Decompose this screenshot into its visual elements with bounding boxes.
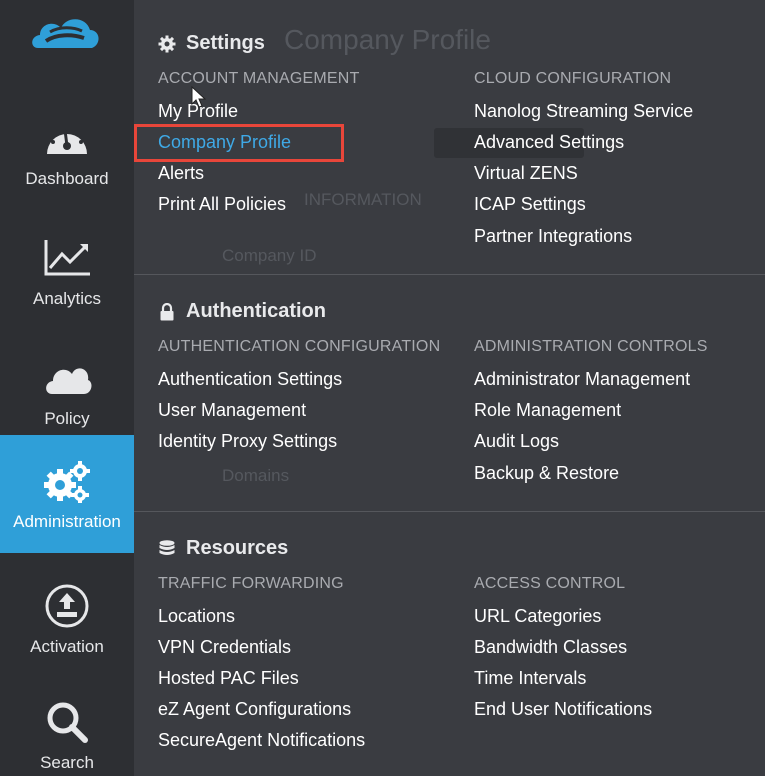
- menu-item-identity-proxy-settings[interactable]: Identity Proxy Settings: [158, 431, 337, 452]
- menu-item-virtual-zens[interactable]: Virtual ZENS: [474, 163, 578, 184]
- menu-item-administrator-management[interactable]: Administrator Management: [474, 369, 690, 390]
- nav-label-analytics: Analytics: [32, 289, 102, 308]
- settings-menu: Settings ACCOUNT MANAGEMENT My Profile C…: [134, 0, 765, 776]
- speedometer-icon: [42, 113, 92, 163]
- nav-item-policy[interactable]: Policy: [0, 332, 134, 450]
- menu-item-bandwidth-classes[interactable]: Bandwidth Classes: [474, 637, 627, 658]
- nav-item-dashboard[interactable]: Dashboard: [0, 92, 134, 210]
- nav-label-dashboard: Dashboard: [25, 169, 109, 188]
- menu-item-print-all-policies[interactable]: Print All Policies: [158, 194, 286, 215]
- nav-label-administration: Administration: [13, 512, 121, 531]
- nav-label-policy: Policy: [44, 409, 90, 428]
- menu-item-audit-logs[interactable]: Audit Logs: [474, 431, 559, 452]
- column-title: TRAFFIC FORWARDING: [158, 575, 344, 592]
- section-divider: [134, 511, 765, 512]
- menu-item-role-management[interactable]: Role Management: [474, 400, 621, 421]
- sidebar-nav: Dashboard Analytics Policy Administratio…: [0, 0, 134, 776]
- menu-item-authentication-settings[interactable]: Authentication Settings: [158, 369, 342, 390]
- section-divider: [134, 274, 765, 275]
- selection-highlight-box: [134, 124, 344, 162]
- section-header-settings: Settings: [158, 32, 265, 55]
- lock-icon: [158, 302, 176, 321]
- upload-icon: [42, 581, 92, 631]
- menu-item-partner-integrations[interactable]: Partner Integrations: [474, 226, 632, 247]
- section-header-resources: Resources: [158, 537, 288, 560]
- gear-icon: [158, 35, 176, 53]
- cloud-logo[interactable]: [28, 10, 104, 56]
- menu-item-url-categories[interactable]: URL Categories: [474, 606, 601, 627]
- menu-item-alerts[interactable]: Alerts: [158, 163, 204, 184]
- menu-item-backup-restore[interactable]: Backup & Restore: [474, 463, 619, 484]
- menu-item-icap-settings[interactable]: ICAP Settings: [474, 194, 586, 215]
- menu-item-locations[interactable]: Locations: [158, 606, 235, 627]
- menu-item-ez-agent-configurations[interactable]: eZ Agent Configurations: [158, 699, 351, 720]
- menu-item-time-intervals[interactable]: Time Intervals: [474, 668, 586, 689]
- menu-item-hosted-pac-files[interactable]: Hosted PAC Files: [158, 668, 299, 689]
- section-title: Resources: [186, 537, 289, 559]
- section-header-authentication: Authentication: [158, 300, 326, 323]
- menu-item-end-user-notifications[interactable]: End User Notifications: [474, 699, 652, 720]
- column-title: ACCESS CONTROL: [474, 575, 626, 592]
- nav-item-analytics[interactable]: Analytics: [0, 212, 134, 330]
- menu-item-vpn-credentials[interactable]: VPN Credentials: [158, 637, 291, 658]
- section-title: Authentication: [186, 300, 326, 322]
- nav-item-activation[interactable]: Activation: [0, 560, 134, 678]
- nav-item-administration[interactable]: Administration: [0, 435, 134, 553]
- column-title: CLOUD CONFIGURATION: [474, 70, 672, 87]
- column-title: AUTHENTICATION CONFIGURATION: [158, 338, 441, 355]
- mouse-cursor-icon: [190, 85, 208, 110]
- column-title: ADMINISTRATION CONTROLS: [474, 338, 708, 355]
- section-title: Settings: [186, 32, 265, 54]
- nav-label-activation: Activation: [30, 637, 104, 656]
- line-chart-icon: [42, 233, 92, 283]
- cloud-icon: [42, 353, 92, 403]
- column-title: ACCOUNT MANAGEMENT: [158, 70, 360, 87]
- menu-item-advanced-settings[interactable]: Advanced Settings: [474, 132, 624, 153]
- database-icon: [158, 539, 176, 558]
- search-icon: [42, 697, 92, 747]
- gears-icon: [42, 456, 92, 506]
- nav-item-search[interactable]: Search: [0, 676, 134, 776]
- menu-item-secureagent-notifications[interactable]: SecureAgent Notifications: [158, 730, 365, 751]
- nav-label-search: Search: [40, 753, 94, 772]
- menu-item-user-management[interactable]: User Management: [158, 400, 306, 421]
- menu-item-nanolog-streaming-service[interactable]: Nanolog Streaming Service: [474, 101, 693, 122]
